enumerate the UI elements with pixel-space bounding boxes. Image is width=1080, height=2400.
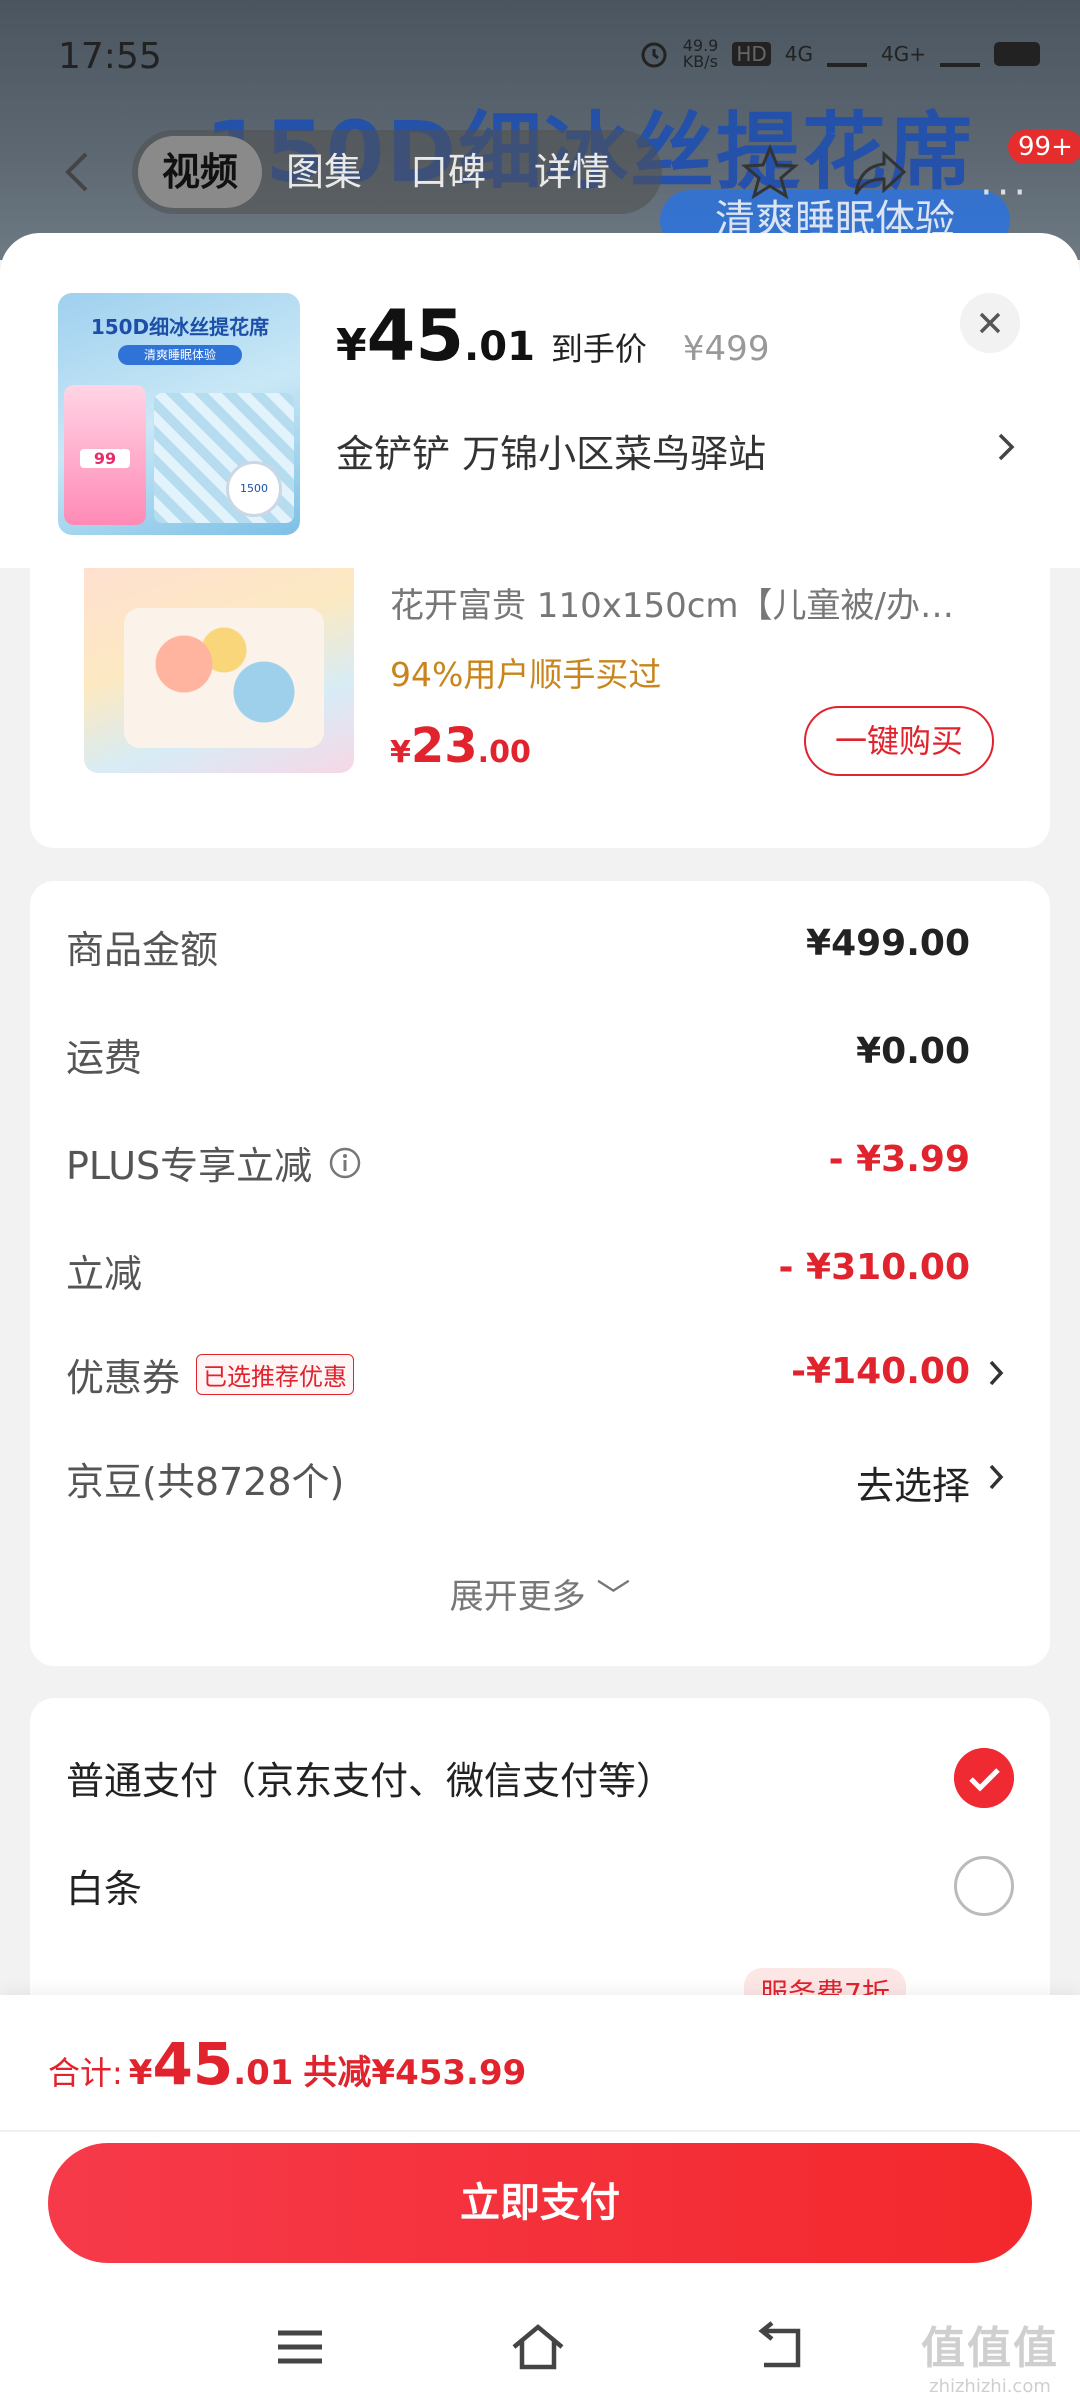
coupon-value: -¥140.00 [791,1351,970,1392]
instant-discount-text: 立减 [66,1252,143,1296]
jingdou-text: 京豆(共8728个) [66,1460,345,1504]
row-shipping: 运费 ¥0.00 [30,1027,1050,1087]
menu-icon[interactable] [270,2321,330,2373]
chevron-right-icon[interactable] [994,429,1018,465]
signal-icon [827,41,868,67]
total-integer: 45 [152,2030,234,2098]
back-nav-icon[interactable] [750,2321,810,2373]
payment-method-standard[interactable]: 普通支付（京东支付、微信支付等） [30,1742,1050,1812]
total-currency: ¥ [128,2053,153,2093]
thumbnail-promo-price: 99 [80,449,130,468]
final-price: ¥ 45 .01 到手价 ¥499 [336,301,769,371]
delivery-address[interactable]: 金铲铲 万锦小区菜鸟驿站 [336,423,766,478]
home-icon[interactable] [508,2321,568,2373]
total-decimal: .01 [233,2053,294,2093]
battery-icon [994,42,1040,66]
alarm-icon [641,42,667,68]
thumbnail-title: 150D细冰丝提花席 [90,315,270,339]
coupon-text: 优惠券 [66,1356,181,1400]
chevron-right-icon[interactable] [986,1357,1006,1389]
price-integer: 45 [366,295,465,377]
row-jingdou[interactable]: 京豆(共8728个) 去选择 [30,1451,1050,1511]
thumbnail-seal: 1500 [226,461,282,517]
divider [0,2130,1080,2132]
pay-now-button[interactable]: 立即支付 [48,2143,1032,2263]
hd-badge: HD [732,42,771,66]
recommended-product-image [84,568,354,773]
thumbnail-subtitle: 清爽睡眠体验 [118,345,242,365]
reco-price-integer: 23 [410,718,478,774]
signal-4gplus-label: 4G+ [881,42,926,66]
shipping-label: 运费 [66,1027,142,1082]
order-total: 合计: ¥ 45 .01 共减¥453.99 [48,2035,526,2094]
recommended-product-name: 花开富贵 110x150cm【儿童被/办… [390,586,954,626]
sheet-header: 150D细冰丝提花席 清爽睡眠体验 99 1500 ¥ 45 .01 到手价 ¥… [0,233,1080,568]
thumbnail-promo-panel: 99 [64,385,146,525]
info-icon[interactable] [328,1146,362,1180]
plus-discount-label: PLUS专享立减 [66,1135,362,1190]
radio-checked-icon[interactable] [954,1748,1014,1808]
row-goods-amount: 商品金额 ¥499.00 [30,919,1050,979]
payment-standard-label: 普通支付（京东支付、微信支付等） [66,1759,675,1803]
tab-reviews[interactable]: 口碑 [386,136,510,208]
top-nav: 视频 图集 口碑 详情 ··· 99+ [0,130,1080,216]
expand-more-link[interactable]: 展开更多 ﹀ [30,1569,1050,1618]
instant-discount-value: - ¥310.00 [778,1247,970,1288]
watermark-url: zhizhizhi.com [929,2376,1051,2397]
coupon-selected-tag: 已选推荐优惠 [196,1354,355,1395]
close-icon[interactable] [960,293,1020,353]
net-speed: 49.9 KB/s [682,36,719,71]
recommended-product-card: 花开富贵 110x150cm【儿童被/办… 94%用户顺手买过 ¥ 23 .00… [30,568,1050,848]
reco-price-currency: ¥ [390,735,411,770]
total-savings: 共减¥453.99 [303,2053,527,2093]
one-click-buy-button[interactable]: 一键购买 [804,706,994,776]
tabs-bar: 视频 图集 口碑 详情 [132,130,662,214]
total-label: 合计: [48,2054,123,2092]
shipping-text: 运费 [66,1036,143,1080]
tab-gallery[interactable]: 图集 [262,136,386,208]
row-coupon[interactable]: 优惠券 已选推荐优惠 -¥140.00 [30,1347,1050,1407]
favorite-star-icon[interactable] [740,142,800,202]
share-icon[interactable] [850,142,910,202]
recommended-purchase-rate: 94%用户顺手买过 [390,655,662,694]
signal-icon-2 [940,41,980,67]
radio-unchecked-icon[interactable] [954,1856,1014,1916]
background-product-page: 150D细冰丝提花席 清爽睡眠体验 17:55 49.9 KB/s HD 4G … [0,0,1080,260]
tab-video[interactable]: 视频 [138,136,263,208]
shipping-value: ¥0.00 [856,1031,970,1072]
site-watermark: 值值值 zhizhizhi.com [900,2312,1080,2397]
goods-amount-text: 商品金额 [66,928,219,972]
plus-discount-value: - ¥3.99 [828,1139,970,1180]
price-label: 到手价 [550,330,647,368]
message-badge: 99+ [1008,130,1080,164]
instant-discount-label: 立减 [66,1243,142,1298]
row-plus-discount: PLUS专享立减 - ¥3.99 [30,1135,1050,1195]
status-bar: 17:55 49.9 KB/s HD 4G 4G+ [0,0,1080,120]
watermark-logo: 值值值 [921,2323,1059,2374]
back-arrow-icon[interactable] [56,150,100,194]
row-instant-discount: 立减 - ¥310.00 [30,1243,1050,1303]
tab-details[interactable]: 详情 [510,136,634,208]
signal-4g-label: 4G [784,42,814,66]
price-breakdown: 商品金额 ¥499.00 运费 ¥0.00 PLUS专享立减 - ¥3.99 立… [30,881,1050,1666]
goods-amount-value: ¥499.00 [806,923,970,964]
more-menu-icon[interactable]: ··· [980,170,1030,216]
status-time: 17:55 [58,36,162,77]
price-decimal: .01 [464,324,535,370]
plus-discount-text: PLUS专享立减 [66,1144,313,1188]
jingdou-label: 京豆(共8728个) [66,1451,344,1506]
chevron-right-icon[interactable] [986,1461,1006,1493]
price-currency: ¥ [336,320,367,371]
jingdou-select[interactable]: 去选择 [856,1455,970,1510]
recommended-product-price: ¥ 23 .00 [390,718,531,774]
product-thumbnail: 150D细冰丝提花席 清爽睡眠体验 99 1500 [58,293,300,535]
status-icons: 49.9 KB/s HD 4G 4G+ [639,38,1040,70]
payment-baitiao-label: 白条 [66,1867,143,1911]
goods-amount-label: 商品金额 [66,919,218,974]
reco-price-decimal: .00 [477,735,531,770]
coupon-label: 优惠券 已选推荐优惠 [66,1347,355,1402]
original-price: ¥499 [682,329,770,369]
payment-method-baitiao[interactable]: 白条 [30,1850,1050,1920]
